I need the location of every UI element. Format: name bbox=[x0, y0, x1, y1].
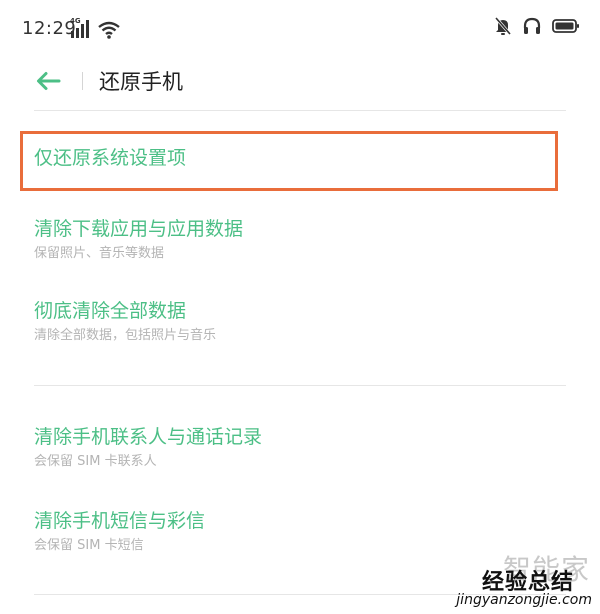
page-title: 还原手机 bbox=[99, 70, 183, 94]
status-time: 12:29 bbox=[22, 18, 77, 39]
divider bbox=[34, 385, 566, 386]
status-bar: 12:29 4G bbox=[0, 0, 600, 52]
option-erase-all-data[interactable]: 彻底清除全部数据 清除全部数据，包括照片与音乐 bbox=[34, 299, 554, 345]
option-subtitle: 保留照片、音乐等数据 bbox=[34, 246, 165, 261]
option-clear-downloaded-apps[interactable]: 清除下载应用与应用数据 保留照片、音乐等数据 bbox=[34, 217, 554, 263]
back-button[interactable] bbox=[30, 66, 66, 96]
option-subtitle: 会保留 SIM 卡短信 bbox=[34, 538, 144, 553]
battery-icon bbox=[552, 18, 580, 34]
mute-icon bbox=[494, 16, 512, 36]
option-clear-messages[interactable]: 清除手机短信与彩信 会保留 SIM 卡短信 bbox=[34, 509, 554, 555]
arrow-left-icon bbox=[35, 71, 61, 91]
option-clear-contacts-calls[interactable]: 清除手机联系人与通话记录 会保留 SIM 卡联系人 bbox=[34, 425, 554, 471]
highlight-box bbox=[20, 131, 558, 191]
wifi-icon bbox=[98, 21, 120, 39]
4g-signal-icon: 4G bbox=[70, 17, 92, 39]
option-title: 清除手机联系人与通话记录 bbox=[34, 426, 263, 448]
headset-icon bbox=[522, 16, 542, 36]
watermark-url: jingyanzongjie.com bbox=[456, 592, 592, 608]
header-divider bbox=[82, 72, 83, 90]
status-left-icons: 4G bbox=[70, 17, 120, 39]
header: 还原手机 bbox=[0, 52, 600, 110]
divider bbox=[34, 110, 566, 111]
option-subtitle: 会保留 SIM 卡联系人 bbox=[34, 454, 157, 469]
status-right-icons bbox=[494, 16, 580, 36]
option-title: 彻底清除全部数据 bbox=[34, 300, 187, 322]
option-title: 清除手机短信与彩信 bbox=[34, 510, 206, 532]
option-subtitle: 清除全部数据，包括照片与音乐 bbox=[34, 328, 217, 343]
option-title: 清除下载应用与应用数据 bbox=[34, 218, 244, 240]
